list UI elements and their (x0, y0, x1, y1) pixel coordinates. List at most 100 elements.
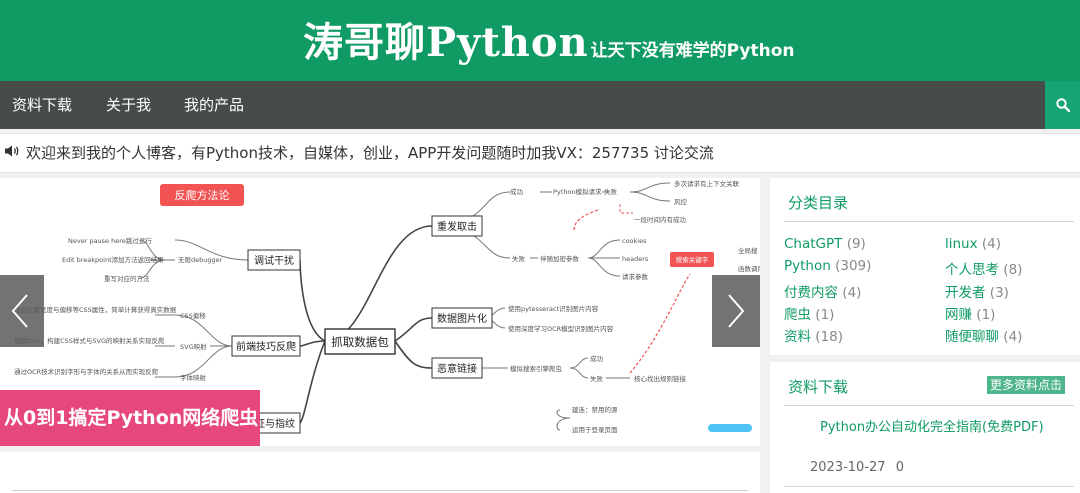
divider (12, 490, 748, 491)
nav-item-about[interactable]: 关于我 (106, 81, 151, 129)
category-count: (4) (842, 285, 862, 301)
mindmap-leaf: 成功 (510, 187, 524, 196)
category-name: 个人思考 (945, 262, 999, 278)
mindmap-branch: 重发取击 (437, 220, 477, 233)
category-count: (18) (815, 329, 844, 345)
download-item-count: 0 (895, 460, 904, 475)
category-item[interactable]: 随便聊聊 (4) (945, 325, 1022, 345)
category-count: (309) (835, 258, 872, 274)
category-count: (1) (976, 307, 996, 323)
mindmap-leaf: 重写对应的方法 (104, 274, 150, 283)
category-item[interactable]: 资料 (18) (784, 325, 843, 345)
mindmap-leaf: 风控 (674, 197, 688, 206)
category-panel: 分类目录 ChatGPT (9) linux (4) Python (309) … (770, 178, 1080, 355)
mindmap-leaf: Never pause here跳过运行 (68, 236, 152, 245)
category-name: 随便聊聊 (945, 329, 999, 345)
mindmap-leaf: 通过OCR技术识别字形与字体的关系从而实现反爬 (14, 367, 159, 376)
mindmap-keyword-badge: 搜索关键字 (676, 255, 709, 264)
mindmap-leaf: 使用pytesseract识别图片内容 (508, 304, 599, 313)
category-count: (4) (981, 236, 1002, 252)
mindmap-leaf: CSS偏移 (180, 311, 206, 320)
mindmap-leaf: 失败 (512, 254, 526, 263)
mindmap-branch: 调试干扰 (254, 254, 294, 267)
mindmap-leaf: 成功 (590, 354, 604, 363)
category-item[interactable]: 网赚 (1) (945, 303, 995, 323)
category-item[interactable]: linux (4) (945, 236, 1001, 252)
category-count: (4) (1003, 329, 1023, 345)
mindmap-leaf: 请求参数 (622, 272, 649, 281)
slider-indicator-dot[interactable] (708, 424, 752, 432)
mindmap-leaf: Edit breakpoint添加方法返回结果 (62, 255, 164, 264)
category-count: (8) (1003, 262, 1023, 278)
category-name: 网赚 (945, 307, 972, 323)
category-name: 爬虫 (784, 307, 811, 323)
notice-bar: 欢迎来到我的个人博客，有Python技术，自媒体，创业，APP开发问题随时加我V… (0, 133, 1080, 173)
download-item-link[interactable]: Python办公自动化完全指南(免费PDF) (820, 416, 1044, 435)
chevron-right-icon (728, 294, 745, 328)
download-item-meta: 2023-10-27 0 (810, 460, 904, 475)
category-item[interactable]: Python (309) (784, 258, 871, 274)
more-downloads-button[interactable]: 更多资料点击 (987, 376, 1066, 394)
mindmap-leaf: SVG映射 (180, 342, 207, 351)
category-count: (3) (989, 285, 1009, 301)
speaker-icon (5, 145, 19, 157)
mindmap-leaf: 运用于登录页面 (572, 425, 618, 434)
brand[interactable]: 涛哥聊Python 让天下没有难学的Python (303, 10, 795, 68)
mindmap-leaf: headers (622, 255, 649, 263)
category-name: 资料 (784, 329, 811, 345)
mindmap-branch: 恶意链接 (437, 362, 477, 375)
category-panel-title: 分类目录 (788, 194, 849, 212)
divider (784, 486, 1074, 487)
mindmap-branch: 前端技巧反爬 (236, 340, 296, 353)
site-title[interactable]: 涛哥聊Python (303, 10, 589, 68)
main-nav: 资料下载 关于我 我的产品 (0, 81, 1080, 129)
mindmap-leaf: 函数调用 (738, 264, 760, 273)
category-name: 付费内容 (784, 285, 838, 301)
mindmap-leaf: 失败 (590, 374, 604, 383)
nav-item-products[interactable]: 我的产品 (184, 81, 244, 129)
chevron-left-icon (11, 294, 28, 328)
mindmap-leaf: 无限debugger (178, 255, 223, 264)
category-item[interactable]: 爬虫 (1) (784, 303, 834, 323)
site-slogan: 让天下没有难学的Python (590, 41, 795, 61)
mindmap-branch: 证与指纹 (255, 417, 295, 430)
search-button[interactable] (1045, 81, 1080, 129)
divider (784, 405, 1074, 406)
search-icon (1055, 98, 1070, 112)
slider-next-button[interactable] (712, 275, 760, 347)
downloads-panel-title: 资料下载 (788, 378, 849, 396)
mindmap-leaf: 字体映射 (180, 373, 207, 382)
site-header: 涛哥聊Python 让天下没有难学的Python (0, 0, 1080, 81)
mindmap-leaf: 模拟搜索引擎爬虫 (510, 364, 563, 373)
mindmap-leaf: cookies (622, 237, 647, 245)
mindmap-badge: 反爬方法论 (175, 188, 230, 202)
category-count: (1) (815, 307, 835, 323)
notice-text: 欢迎来到我的个人博客，有Python技术，自媒体，创业，APP开发问题随时加我V… (26, 144, 714, 162)
category-name: ChatGPT (784, 236, 843, 252)
category-item[interactable]: 个人思考 (8) (945, 258, 1022, 278)
mindmap-leaf: 失败 (604, 187, 618, 196)
download-item-date: 2023-10-27 (810, 460, 886, 475)
mindmap-leaf: 一段时间内有成功 (634, 215, 687, 224)
category-item[interactable]: ChatGPT (9) (784, 236, 866, 252)
downloads-panel: 资料下载 更多资料点击 Python办公自动化完全指南(免费PDF) 2023-… (770, 362, 1080, 493)
mindmap-center: 抓取数据包 (331, 335, 389, 349)
category-item[interactable]: 开发者 (3) (945, 281, 1009, 301)
mindmap-leaf: 建连：禁用的源 (572, 405, 618, 414)
mindmap-leaf: 使用深度学习OCR模型识别图片内容 (508, 324, 614, 333)
slider-caption[interactable]: 从0到1搞定Python网络爬虫 (0, 390, 260, 446)
post-list-panel (0, 452, 760, 493)
category-count: (9) (846, 236, 866, 252)
category-name: 开发者 (945, 285, 986, 301)
mindmap-leaf: Python模拟请求 (553, 187, 602, 196)
mindmap-leaf: 全局搜 (738, 246, 758, 255)
mindmap-leaf: 多次请求有上下文关联 (674, 179, 740, 188)
slider-prev-button[interactable] (0, 275, 44, 347)
category-item[interactable]: 付费内容 (4) (784, 281, 861, 301)
mindmap-branch: 数据图片化 (437, 312, 487, 325)
category-name: linux (945, 236, 978, 252)
divider (784, 221, 1074, 222)
nav-item-downloads[interactable]: 资料下载 (12, 81, 72, 129)
category-name: Python (784, 258, 831, 274)
mindmap-leaf: 核心找出规则链接 (634, 374, 687, 383)
